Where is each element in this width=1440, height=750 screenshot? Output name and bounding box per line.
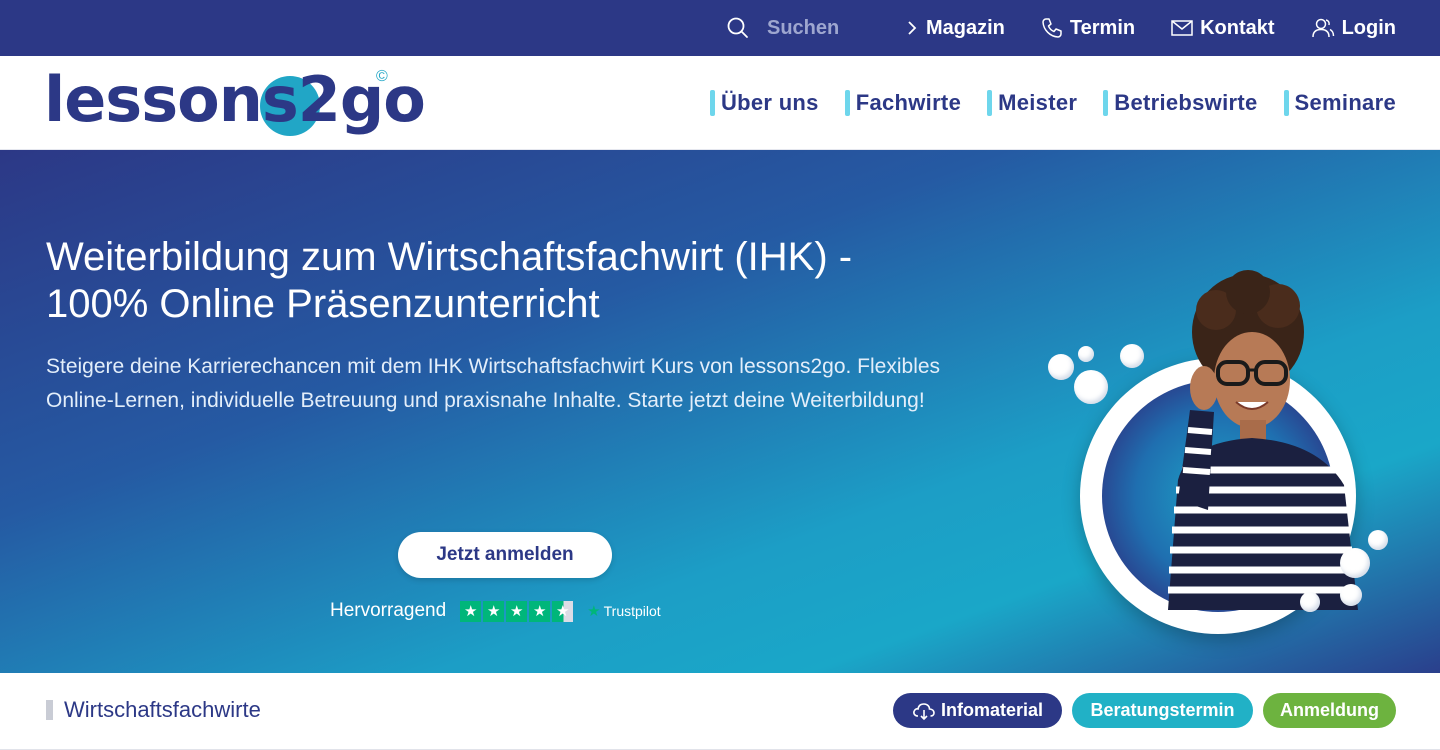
users-icon <box>1311 18 1334 38</box>
nav-item-fachwirte[interactable]: Fachwirte <box>844 90 962 116</box>
infomaterial-button[interactable]: Infomaterial <box>893 693 1062 728</box>
logo-copyright-symbol: © <box>376 68 388 85</box>
search-icon <box>727 17 748 38</box>
bubble-decoration <box>1368 530 1388 550</box>
hero-title-line2: 100% Online Präsenzunterricht <box>46 282 600 326</box>
bubble-decoration <box>1074 370 1108 404</box>
kontakt-label: Kontakt <box>1200 16 1275 39</box>
trustpilot-stars: ★ ★ ★ ★ ★ <box>460 600 575 622</box>
nav-accent-bar <box>1283 90 1289 116</box>
bubble-decoration <box>1340 548 1370 578</box>
search-box[interactable] <box>727 16 857 40</box>
nav-accent-bar <box>987 90 993 116</box>
nav-accent-bar <box>709 90 715 116</box>
nav-label: Seminare <box>1294 90 1396 115</box>
site-header: lessons2go © Über uns Fachwirte Meister … <box>0 56 1440 150</box>
search-input[interactable] <box>767 16 857 40</box>
main-navigation: Über uns Fachwirte Meister Betriebswirte… <box>684 56 1396 150</box>
trustpilot-brand-label: Trustpilot <box>603 603 661 619</box>
trustpilot-widget[interactable]: Hervorragend ★ ★ ★ ★ ★ ★ Trustpilot <box>330 600 661 622</box>
nav-item-seminare[interactable]: Seminare <box>1283 90 1396 116</box>
nav-label: Meister <box>998 90 1078 115</box>
nav-item-betriebswirte[interactable]: Betriebswirte <box>1103 90 1257 116</box>
termin-label: Termin <box>1069 16 1136 39</box>
trustpilot-star-icon: ★ <box>587 603 601 620</box>
nav-item-ueber-uns[interactable]: Über uns <box>709 90 819 116</box>
breadcrumb-label: Wirtschaftsfachwirte <box>64 697 261 722</box>
hero-title: Weiterbildung zum Wirtschaftsfachwirt (I… <box>46 234 946 328</box>
hero-subtitle: Steigere deine Karrierechancen mit dem I… <box>46 355 941 412</box>
star-icon: ★ <box>506 600 528 622</box>
section-subbar: Wirtschaftsfachwirte Infomaterial Beratu… <box>0 673 1440 750</box>
magazin-label: Magazin <box>926 16 1005 39</box>
bubble-decoration <box>1048 354 1074 380</box>
half-star-icon: ★ <box>552 600 574 622</box>
magazin-link[interactable]: Magazin <box>905 17 1005 40</box>
hero-title-line1: Weiterbildung zum Wirtschaftsfachwirt (I… <box>46 235 853 279</box>
bubble-decoration <box>1078 346 1094 362</box>
breadcrumb: Wirtschaftsfachwirte <box>46 697 261 723</box>
trustpilot-rating-text: Hervorragend <box>330 600 447 621</box>
top-utility-bar: Magazin Termin Kontakt Login <box>0 0 1440 56</box>
star-icon: ★ <box>483 600 505 622</box>
nav-item-meister[interactable]: Meister <box>987 90 1077 116</box>
nav-label: Über uns <box>720 90 819 115</box>
login-label: Login <box>1341 16 1396 39</box>
trustpilot-brand: ★ Trustpilot <box>587 602 661 620</box>
mail-icon <box>1171 20 1193 36</box>
action-buttons: Infomaterial Beratungstermin Anmeldung <box>883 693 1396 728</box>
logo-wordmark: lessons2go <box>44 63 426 136</box>
kontakt-link[interactable]: Kontakt <box>1171 16 1275 40</box>
bubble-decoration <box>1120 344 1144 368</box>
bubble-decoration <box>1340 584 1362 606</box>
beratungstermin-button[interactable]: Beratungstermin <box>1072 693 1253 728</box>
infomaterial-label: Infomaterial <box>940 700 1044 720</box>
nav-accent-bar <box>1103 90 1109 116</box>
cloud-download-icon <box>913 702 935 720</box>
chevron-right-icon <box>908 21 917 35</box>
nav-label: Betriebswirte <box>1114 90 1258 115</box>
nav-label: Fachwirte <box>855 90 962 115</box>
person-illustration <box>1168 270 1358 610</box>
breadcrumb-accent-bar <box>46 700 53 720</box>
phone-icon <box>1042 18 1062 38</box>
anmeldung-button[interactable]: Anmeldung <box>1263 693 1396 728</box>
lessons2go-logo[interactable]: lessons2go © <box>44 66 426 140</box>
nav-accent-bar <box>844 90 850 116</box>
star-icon: ★ <box>460 600 482 622</box>
hero-image <box>1040 250 1400 650</box>
termin-link[interactable]: Termin <box>1041 17 1135 40</box>
bubble-decoration <box>1300 592 1320 612</box>
star-icon: ★ <box>529 600 551 622</box>
login-link[interactable]: Login <box>1311 17 1396 40</box>
jetzt-anmelden-button[interactable]: Jetzt anmelden <box>398 532 612 578</box>
hero-section: Weiterbildung zum Wirtschaftsfachwirt (I… <box>0 150 1440 673</box>
